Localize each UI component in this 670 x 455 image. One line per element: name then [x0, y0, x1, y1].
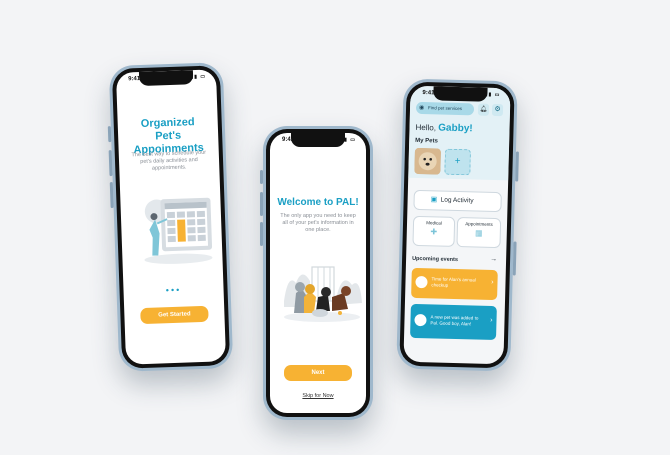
page-indicator-dots[interactable]: ••• [123, 283, 223, 296]
greeting-name: Gabby! [438, 122, 473, 135]
log-activity-button[interactable]: ▣ Log Activity [413, 189, 502, 213]
screen: 9:41 ▮▮▮ ▭ ◉ Find pet services 🔔︎ ⚙ Hell… [403, 85, 511, 365]
side-button [107, 126, 112, 143]
welcome-subtitle: The only app you need to keep all of you… [280, 213, 356, 233]
location-pin-icon: ◉ [418, 104, 425, 112]
screen: 9:41 ▮▮▮ ▭ Welcome to PAL! The only app … [270, 133, 366, 413]
add-pet-button[interactable]: + [444, 148, 471, 176]
chevron-right-icon: › [491, 278, 494, 286]
side-button [108, 150, 113, 177]
side-button [515, 151, 519, 182]
my-pets-label: My Pets [415, 137, 438, 145]
screen: 9:41 ▮▮▮ ▭ Organized Pet's Appoinments T… [115, 69, 227, 365]
pet-avatar[interactable] [414, 147, 441, 175]
event-text: A new pet was added to Pal. Good boy, Al… [430, 314, 479, 327]
search-placeholder: Find pet services [427, 105, 463, 112]
event-card[interactable]: Time for Alan's annual checkup › [411, 267, 498, 301]
appointments-tile[interactable]: Appointments ▦ [456, 217, 502, 249]
calendar-icon: ▦ [474, 228, 483, 238]
appointments-label: Appointments [465, 221, 493, 227]
upcoming-events-label: Upcoming events [412, 255, 459, 264]
side-button [260, 170, 263, 184]
side-button [512, 241, 517, 276]
calendar-illustration [144, 197, 213, 264]
event-card[interactable]: A new pet was added to Pal. Good boy, Al… [410, 303, 497, 341]
side-button [260, 192, 263, 216]
pets-illustration [284, 266, 362, 322]
get-started-button[interactable]: Get Started [140, 305, 209, 325]
search-bar[interactable]: ◉ Find pet services [415, 101, 475, 116]
medical-tile[interactable]: Medical ✚ [412, 215, 456, 247]
greeting-prefix: Hello, [415, 122, 437, 133]
clipboard-icon: ▣ [430, 196, 438, 204]
chevron-right-icon: › [490, 316, 493, 324]
event-icon [415, 275, 428, 289]
event-text: Time for Alan's annual checkup [431, 276, 476, 288]
side-button [260, 222, 263, 246]
event-icon [414, 313, 427, 327]
phone-home-dashboard: 9:41 ▮▮▮ ▭ ◉ Find pet services 🔔︎ ⚙ Hell… [396, 78, 519, 372]
welcome-title: Welcome to PAL! [277, 197, 359, 208]
onboarding-subtitle: The best way to schedule your pet's dail… [131, 149, 207, 172]
log-activity-label: Log Activity [440, 196, 474, 205]
side-button [109, 182, 114, 209]
settings-gear-icon[interactable]: ⚙ [491, 103, 504, 117]
dog-photo [414, 147, 441, 175]
next-button[interactable]: Next [284, 365, 352, 381]
medical-label: Medical [426, 220, 442, 226]
medical-icon: ✚ [430, 227, 438, 237]
greeting: Hello, Gabby! [415, 122, 472, 134]
phone-onboarding-appointments: 9:41 ▮▮▮ ▭ Organized Pet's Appoinments T… [107, 62, 234, 372]
skip-for-now-link[interactable]: Skip for Now [270, 393, 366, 399]
arrow-right-icon[interactable]: → [490, 256, 497, 263]
notification-bell-icon[interactable]: 🔔︎ [477, 103, 490, 116]
phone-onboarding-welcome: 9:41 ▮▮▮ ▭ Welcome to PAL! The only app … [260, 126, 373, 420]
